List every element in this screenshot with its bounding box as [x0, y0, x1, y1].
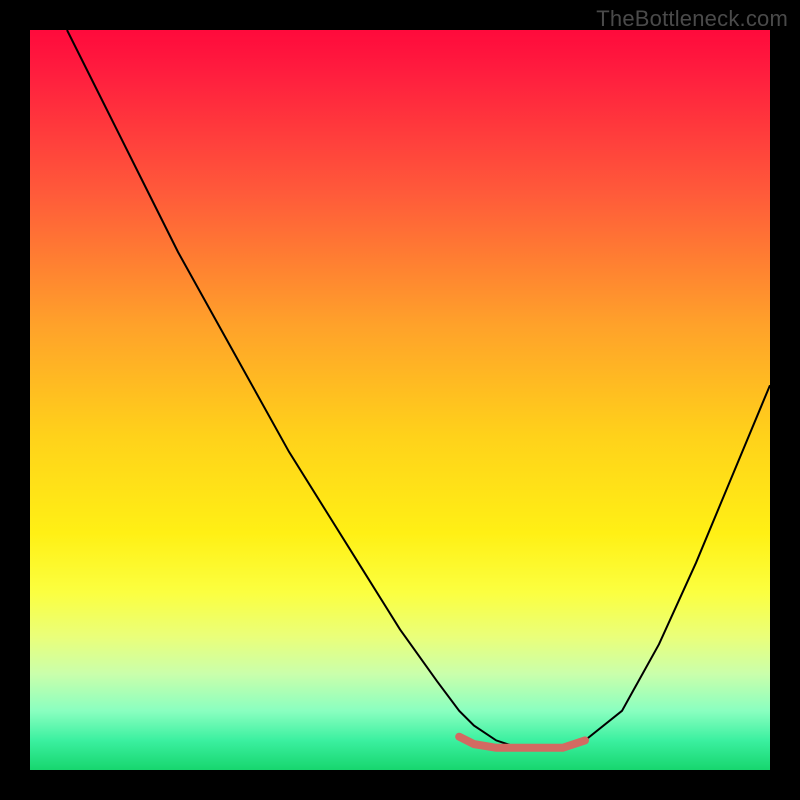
plot-area	[30, 30, 770, 770]
valley-highlight	[459, 737, 585, 748]
bottleneck-curve	[67, 30, 770, 748]
watermark-text: TheBottleneck.com	[596, 6, 788, 32]
chart-svg	[30, 30, 770, 770]
